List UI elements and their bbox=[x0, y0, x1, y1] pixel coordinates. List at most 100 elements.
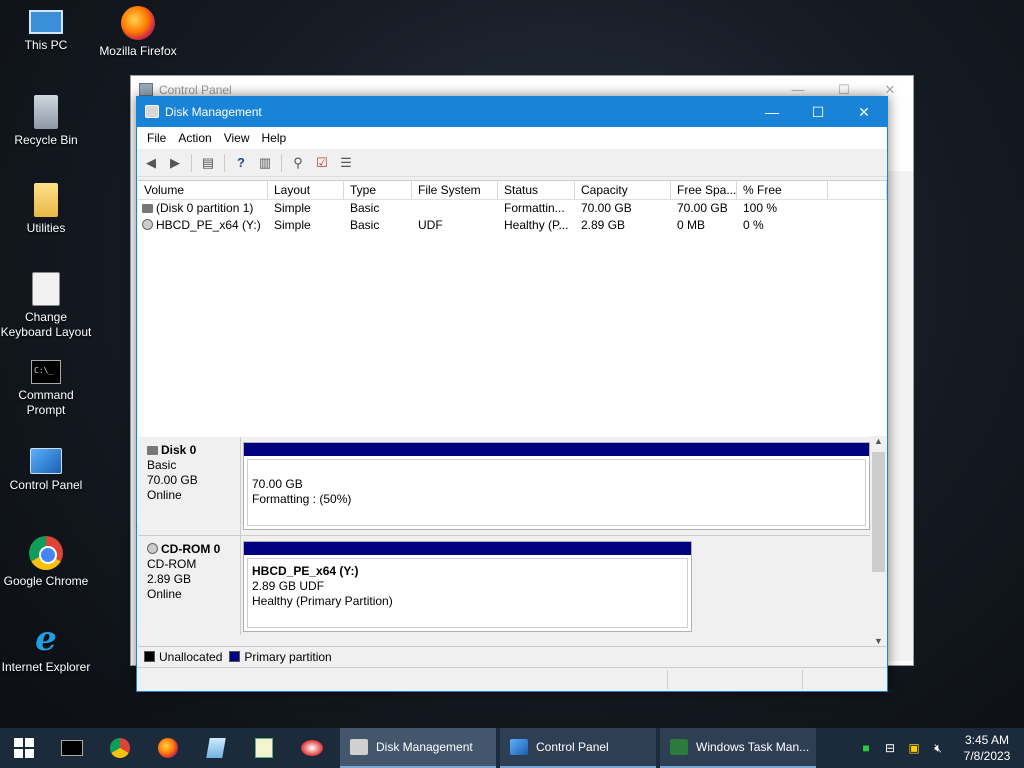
maximize-button[interactable]: ☐ bbox=[795, 97, 841, 127]
cd-icon bbox=[142, 219, 153, 230]
disk-row-cdrom-0[interactable]: CD-ROM 0 CD-ROM 2.89 GB Online HBCD_PE_x… bbox=[138, 535, 870, 635]
legend-swatch bbox=[229, 651, 241, 662]
desktop-icon-label: This PC bbox=[24, 38, 68, 52]
taskbar-app-task-manager[interactable]: Windows Task Man... bbox=[660, 728, 816, 768]
desktop-icon-this-pc[interactable]: This PC bbox=[0, 6, 92, 53]
free-space-cell: 70.00 GB bbox=[677, 201, 728, 215]
desktop-icon-label: Control Panel bbox=[9, 478, 83, 492]
taskbar-app-disk-management[interactable]: Disk Management bbox=[340, 728, 496, 768]
table-row[interactable]: (Disk 0 partition 1) Simple Basic Format… bbox=[138, 200, 887, 217]
column-header-free-space[interactable]: Free Spa... bbox=[671, 181, 737, 199]
disk-size: 2.89 GB bbox=[147, 572, 192, 586]
column-header-percent-free[interactable]: % Free bbox=[737, 181, 828, 199]
column-header-volume[interactable]: Volume bbox=[138, 181, 268, 199]
desktop-icon-firefox[interactable]: Mozilla Firefox bbox=[92, 6, 184, 59]
status-cell: Formattin... bbox=[504, 201, 565, 215]
menu-action[interactable]: Action bbox=[172, 131, 217, 145]
toolbar: ◀ ▶ ▤ ? ▥ ⚲ ☑ ☰ bbox=[137, 149, 887, 177]
settings-list-icon[interactable]: ☰ bbox=[336, 154, 356, 172]
internet-explorer-icon: e bbox=[35, 619, 57, 659]
tray-status-icon[interactable]: ■ bbox=[854, 741, 878, 755]
windows-logo-icon bbox=[14, 738, 34, 758]
primary-partition-bar bbox=[244, 542, 691, 555]
menu-view[interactable]: View bbox=[218, 131, 256, 145]
disk-management-icon bbox=[145, 105, 159, 118]
menu-help[interactable]: Help bbox=[256, 131, 293, 145]
desktop-icon-label: Change Keyboard Layout bbox=[0, 310, 92, 339]
scrollbar-thumb[interactable] bbox=[872, 452, 885, 572]
percent-free-cell: 100 % bbox=[743, 201, 778, 215]
file-system-cell bbox=[412, 200, 498, 217]
chrome-icon bbox=[110, 738, 130, 758]
disk-info-panel[interactable]: CD-ROM 0 CD-ROM 2.89 GB Online bbox=[138, 536, 241, 635]
clock-date: 7/8/2023 bbox=[963, 749, 1011, 763]
legend-bar: Unallocated Primary partition bbox=[138, 646, 886, 666]
legend-swatch bbox=[144, 651, 155, 662]
console-tree-icon[interactable]: ▤ bbox=[198, 154, 218, 172]
column-header-file-system[interactable]: File System bbox=[412, 181, 498, 199]
taskbar-app-control-panel[interactable]: Control Panel bbox=[500, 728, 656, 768]
computer-icon bbox=[29, 10, 63, 34]
desktop-icon-utilities[interactable]: Utilities bbox=[0, 183, 92, 236]
connect-drive-icon[interactable]: ⚲ bbox=[288, 154, 308, 172]
column-header-status[interactable]: Status bbox=[498, 181, 575, 199]
taskbar-pin-firefox[interactable] bbox=[144, 728, 192, 768]
network-icon[interactable]: ⊟ bbox=[878, 741, 902, 755]
column-header-type[interactable]: Type bbox=[344, 181, 412, 199]
close-button[interactable]: ✕ bbox=[841, 97, 887, 127]
display-settings-icon[interactable]: ▣ bbox=[902, 741, 926, 755]
column-header-capacity[interactable]: Capacity bbox=[575, 181, 671, 199]
volume-name: HBCD_PE_x64 (Y:) bbox=[156, 218, 261, 232]
action-pane-icon[interactable]: ▥ bbox=[255, 154, 275, 172]
percent-free-cell: 0 % bbox=[743, 218, 764, 232]
taskbar-pin-editor[interactable] bbox=[240, 728, 288, 768]
desktop-icon-label: Google Chrome bbox=[3, 574, 89, 588]
scroll-down-icon[interactable]: ▼ bbox=[870, 636, 887, 646]
desktop-icon-recycle-bin[interactable]: Recycle Bin bbox=[0, 95, 92, 148]
taskbar-pin-notepad[interactable] bbox=[192, 728, 240, 768]
taskbar-pin-tool[interactable] bbox=[288, 728, 336, 768]
primary-partition-bar bbox=[244, 443, 869, 456]
disk-row-disk-0[interactable]: Disk 0 Basic 70.00 GB Online 70.00 GB Fo… bbox=[138, 437, 870, 535]
status-cell: Healthy (P... bbox=[504, 218, 569, 232]
status-bar bbox=[137, 667, 887, 691]
forward-arrow-icon[interactable]: ▶ bbox=[165, 154, 185, 172]
disk-state: Online bbox=[147, 488, 182, 502]
partition-block[interactable]: 70.00 GB Formatting : (50%) bbox=[243, 442, 870, 530]
menu-file[interactable]: File bbox=[141, 131, 172, 145]
layout-cell: Simple bbox=[274, 218, 311, 232]
table-row[interactable]: HBCD_PE_x64 (Y:) Simple Basic UDF Health… bbox=[138, 217, 887, 234]
help-icon[interactable]: ? bbox=[231, 154, 251, 172]
desktop-icon-control-panel[interactable]: Control Panel bbox=[0, 448, 92, 493]
desktop-icon-label: Recycle Bin bbox=[14, 133, 78, 147]
clock[interactable]: 3:45 AM 7/8/2023 bbox=[950, 732, 1024, 764]
disk-management-window[interactable]: Disk Management — ☐ ✕ File Action View H… bbox=[136, 96, 888, 692]
column-header-layout[interactable]: Layout bbox=[268, 181, 344, 199]
menu-bar: File Action View Help bbox=[137, 127, 887, 149]
scroll-up-icon[interactable]: ▲ bbox=[870, 436, 887, 446]
control-panel-icon bbox=[510, 739, 528, 755]
control-panel-icon bbox=[30, 448, 62, 474]
partition-block[interactable]: HBCD_PE_x64 (Y:) 2.89 GB UDF Healthy (Pr… bbox=[243, 541, 692, 632]
taskbar-pin-command-prompt[interactable] bbox=[48, 728, 96, 768]
desktop-icon-keyboard-layout[interactable]: Change Keyboard Layout bbox=[0, 272, 92, 340]
back-arrow-icon[interactable]: ◀ bbox=[141, 154, 161, 172]
minimize-button[interactable]: — bbox=[749, 97, 795, 127]
taskbar-pin-chrome[interactable] bbox=[96, 728, 144, 768]
legend-label: Primary partition bbox=[244, 649, 332, 664]
window-titlebar[interactable]: Disk Management — ☐ ✕ bbox=[137, 97, 887, 127]
column-header-empty[interactable] bbox=[828, 181, 887, 199]
partition-status: Formatting : (50%) bbox=[252, 492, 352, 506]
toolbar-separator bbox=[224, 153, 225, 172]
disk-info-panel[interactable]: Disk 0 Basic 70.00 GB Online bbox=[138, 437, 241, 535]
volume-muted-icon[interactable]: 🔇︎ bbox=[926, 741, 950, 756]
partition-size: 2.89 GB UDF bbox=[252, 579, 325, 593]
check-properties-icon[interactable]: ☑ bbox=[312, 154, 332, 172]
vertical-scrollbar[interactable]: ▲ ▼ bbox=[870, 436, 887, 646]
firefox-icon bbox=[158, 738, 178, 758]
desktop-icon-command-prompt[interactable]: C:\_ Command Prompt bbox=[0, 360, 92, 418]
desktop-icon-internet-explorer[interactable]: e Internet Explorer bbox=[0, 622, 92, 675]
partition-title: HBCD_PE_x64 (Y:) bbox=[252, 564, 359, 578]
start-button[interactable] bbox=[0, 728, 48, 768]
desktop-icon-chrome[interactable]: Google Chrome bbox=[0, 536, 92, 589]
